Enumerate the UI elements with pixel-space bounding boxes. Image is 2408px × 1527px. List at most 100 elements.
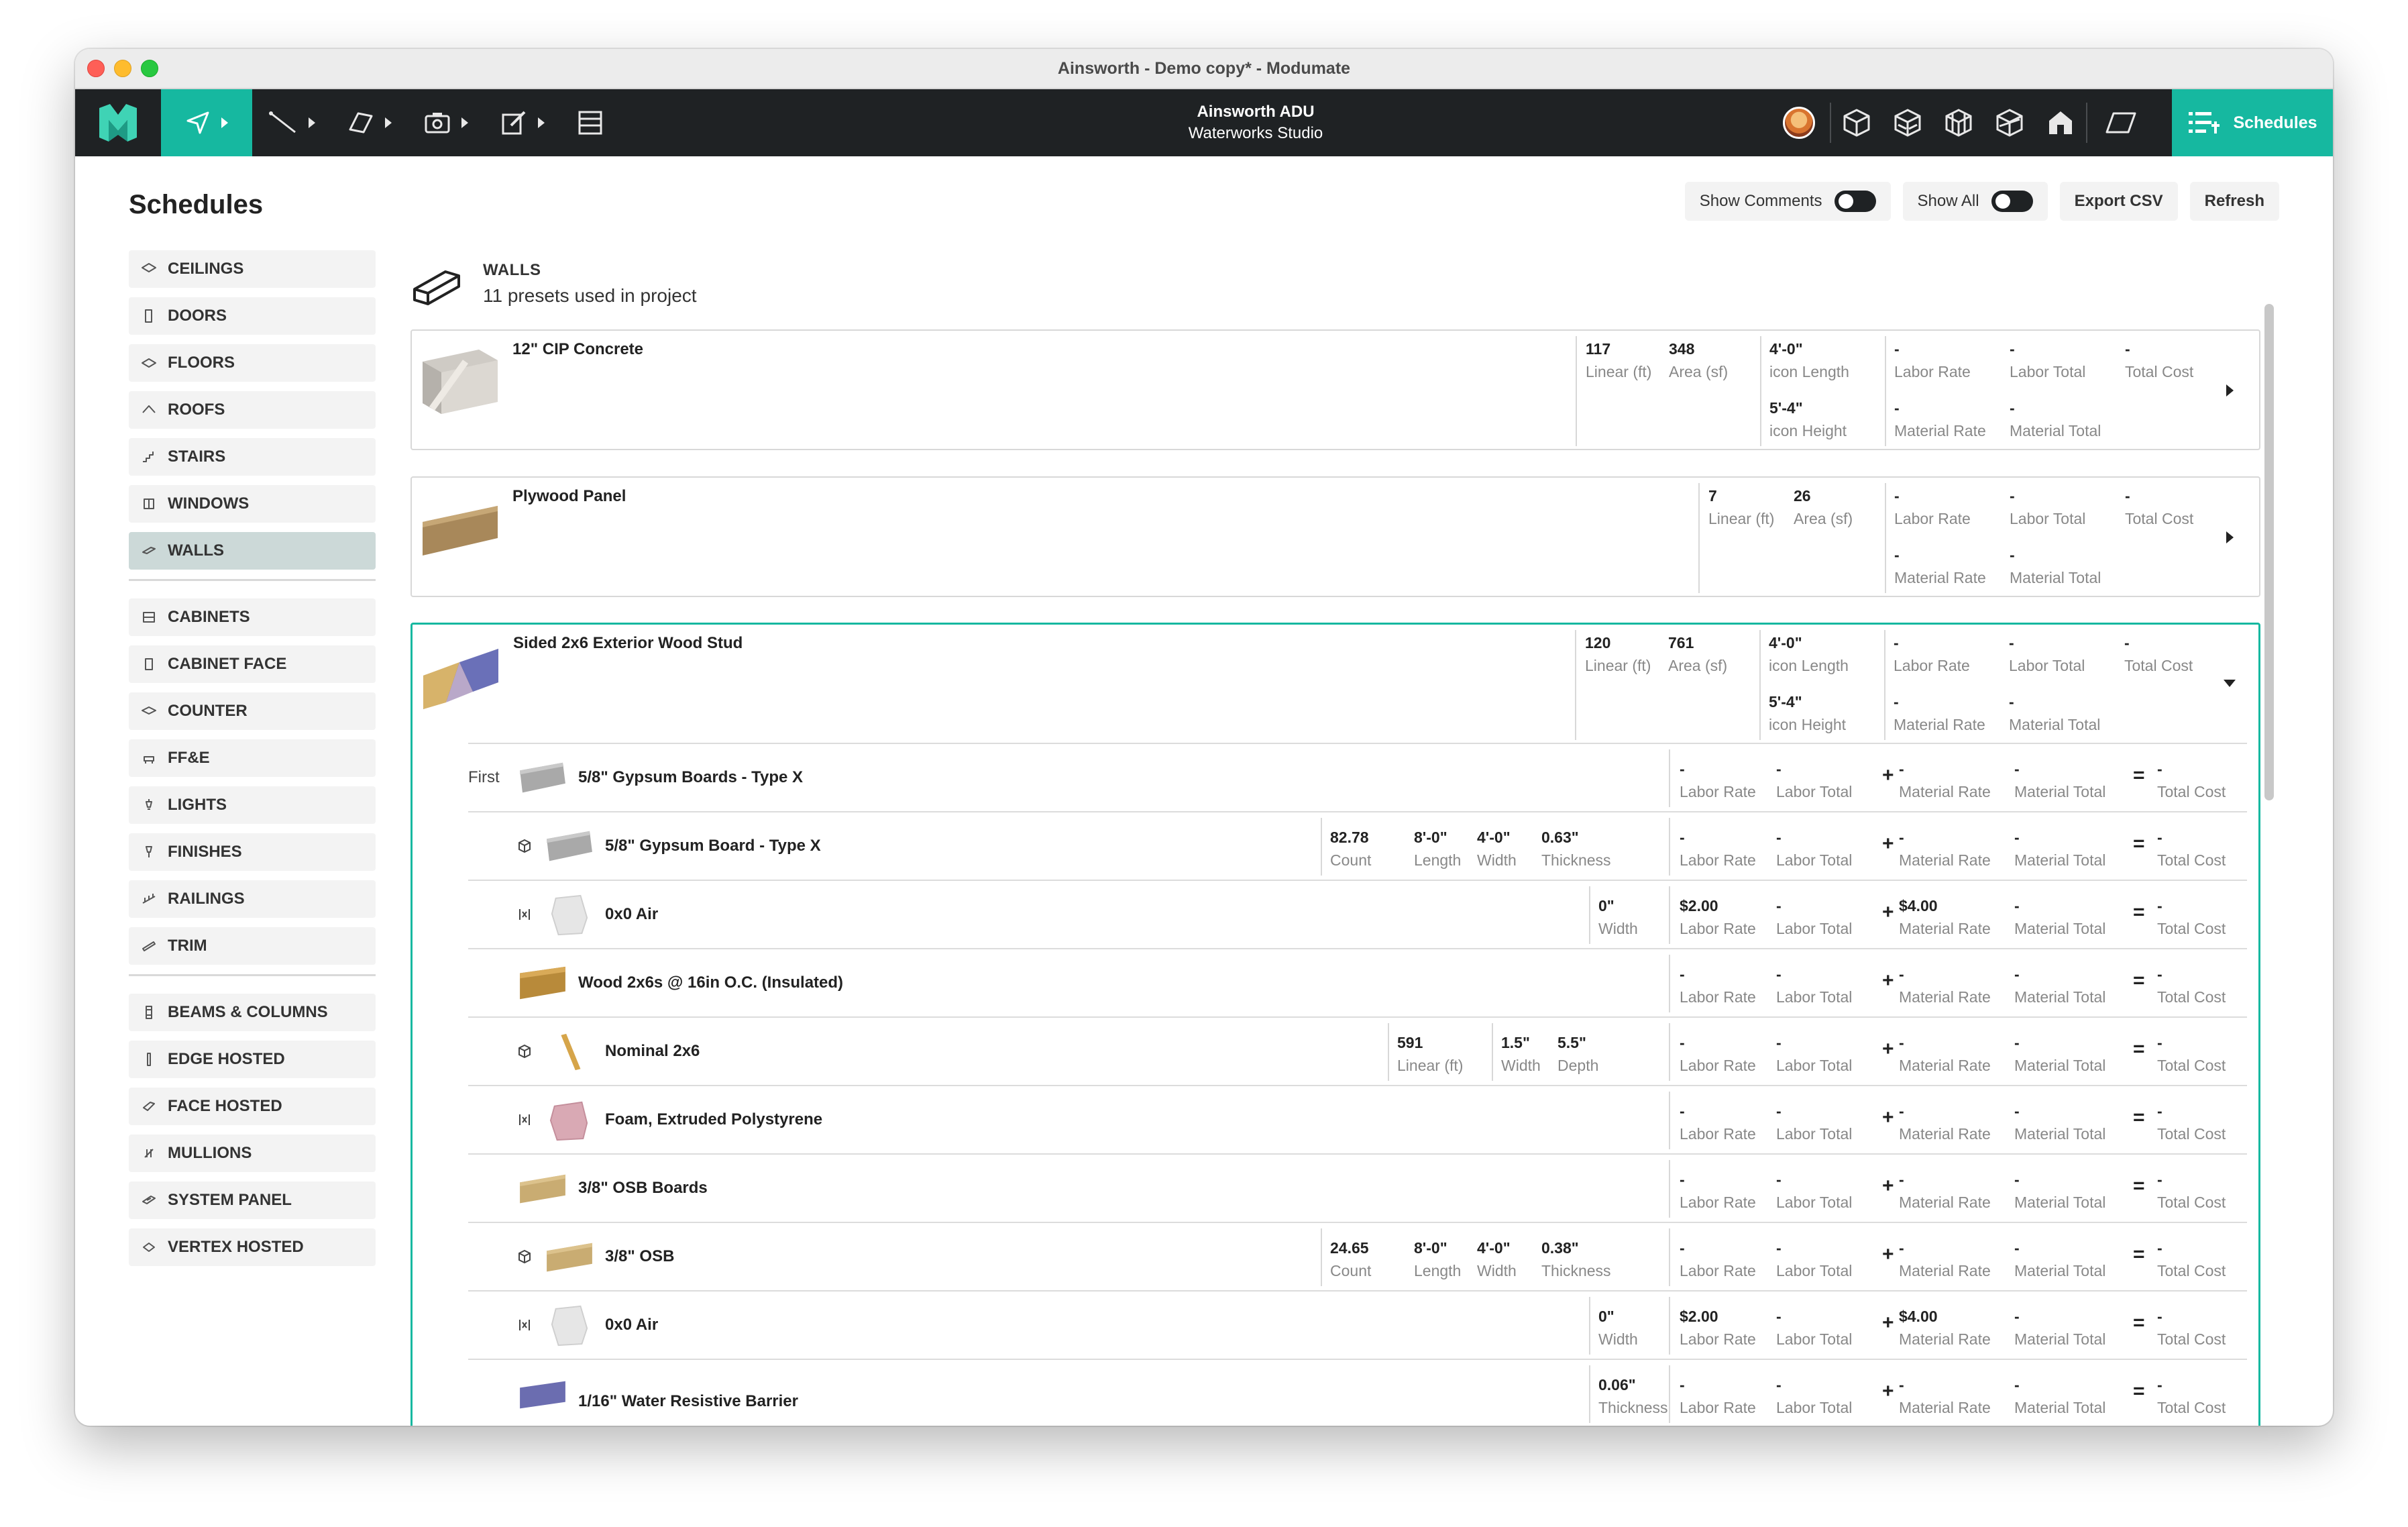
layer-row[interactable]: 1/16" Water Resistive Barrier 0.06" Thickn… <box>468 1360 2247 1426</box>
preset-name: Plywood Panel <box>512 487 626 505</box>
width-value: 1.5" <box>1501 1034 1530 1051</box>
layer-name: 3/8" OSB <box>605 1247 675 1265</box>
area-value: 761 <box>1668 634 1694 651</box>
labor-total-value: - <box>2010 487 2015 505</box>
sidebar-item-label: FLOORS <box>168 354 235 372</box>
sidebar-item-finishes[interactable]: FINISHES <box>129 833 376 871</box>
layer-row[interactable]: Nominal 2x6 591 Linear (ft) 1.5" Width 5.5" De… <box>468 1018 2247 1086</box>
vertex-hosted-icon <box>143 1243 155 1252</box>
sidebar-item-ffande[interactable]: FF&E <box>129 739 376 777</box>
sidebar-item-counter[interactable]: COUNTER <box>129 692 376 730</box>
sidebar-item-cabinet-face[interactable]: CABINET FACE <box>129 645 376 683</box>
sidebar-item-lights[interactable]: LIGHTS <box>129 786 376 824</box>
sidebar-item-mullions[interactable]: MULLIONS <box>129 1135 376 1172</box>
toggle-switch[interactable] <box>1834 191 1876 212</box>
content-scrollbar[interactable] <box>2264 304 2274 800</box>
labor-rate-value: - <box>1680 1102 1685 1120</box>
plus-operator: + <box>1882 901 1894 923</box>
sidebar-item-edge-hosted[interactable]: EDGE HOSTED <box>129 1041 376 1078</box>
cabinet-icon <box>578 111 602 135</box>
sidebar-item-railings[interactable]: RAILINGS <box>129 880 376 918</box>
sidebar-item-walls[interactable]: WALLS <box>129 532 376 570</box>
material-rate-value: - <box>1894 399 1900 417</box>
section-title: WALLS <box>483 261 541 279</box>
height-value: 5'-4" <box>1769 399 1803 417</box>
material-total-value: - <box>2014 897 2020 914</box>
view-wireframe-button[interactable] <box>1933 89 1984 156</box>
modumate-logo[interactable] <box>75 89 161 156</box>
view-plan-button[interactable] <box>2087 89 2154 156</box>
total-cost-value: - <box>2125 487 2130 505</box>
refresh-button[interactable]: Refresh <box>2189 182 2279 221</box>
material-rate-value: - <box>1899 829 1904 846</box>
sidebar-item-trim[interactable]: TRIM <box>129 927 376 965</box>
material-swatch <box>551 1305 588 1347</box>
labor-rate-value: - <box>1894 634 1899 651</box>
edit-tool-button[interactable] <box>484 89 561 156</box>
layer-row[interactable]: Foam, Extruded Polystyrene - Labor Rate - La… <box>468 1086 2247 1155</box>
cabinet-tool-button[interactable] <box>561 89 620 156</box>
ceilings-icon <box>142 263 156 272</box>
layer-name: Wood 2x6s @ 16in O.C. (Insulated) <box>578 973 844 992</box>
view-section-button[interactable] <box>1984 89 2035 156</box>
material-rate-value: - <box>1899 1102 1904 1120</box>
wall-view-icon <box>1894 109 1921 137</box>
sidebar-item-system-panel[interactable]: SYSTEM PANEL <box>129 1181 376 1219</box>
sidebar-item-roofs[interactable]: ROOFS <box>129 391 376 429</box>
line-icon <box>269 111 296 134</box>
labor-total-value: - <box>1776 829 1782 846</box>
expand-arrow-icon[interactable] <box>2226 384 2234 397</box>
length-value: 8'-0" <box>1414 1239 1447 1257</box>
export-csv-button[interactable]: Export CSV <box>2059 182 2178 221</box>
sidebar-item-label: DOORS <box>168 307 227 325</box>
sidebar-item-face-hosted[interactable]: FACE HOSTED <box>129 1088 376 1125</box>
layer-row[interactable]: 0x0 Air 0" Width $2.00 Labor Rate - Labor Tota… <box>468 1292 2247 1360</box>
collapse-arrow-icon[interactable] <box>2224 680 2236 687</box>
plane-tool-button[interactable] <box>331 89 408 156</box>
sidebar-item-beams-and-columns[interactable]: BEAMS & COLUMNS <box>129 994 376 1031</box>
plus-operator: + <box>1882 969 1894 992</box>
preset-card-cip-concrete[interactable]: 12" CIP Concrete 117 Linear (ft) 348 Area … <box>411 329 2260 450</box>
show-comments-toggle[interactable]: Show Comments <box>1684 182 1891 221</box>
sidebar-item-stairs[interactable]: STAIRS <box>129 438 376 476</box>
material-total-value: - <box>2014 1102 2020 1120</box>
camera-tool-button[interactable] <box>408 89 484 156</box>
layer-row[interactable]: 0x0 Air 0" Width $2.00 Labor Rate - Labor Tota… <box>468 881 2247 949</box>
show-all-toggle[interactable]: Show All <box>1902 182 2048 221</box>
labor-total-value: - <box>2010 340 2015 358</box>
select-tool-button[interactable] <box>161 89 252 156</box>
preset-card-sided-2x6-wood-stud[interactable]: Sided 2x6 Exterior Wood Stud 120 Linear (… <box>411 623 2260 1426</box>
sidebar-item-vertex-hosted[interactable]: VERTEX HOSTED <box>129 1228 376 1266</box>
width-value: 0" <box>1598 897 1615 914</box>
preset-card-plywood-panel[interactable]: Plywood Panel 7 Linear (ft) 26 Area (sf) -… <box>411 476 2260 597</box>
caret-right-icon <box>221 117 228 128</box>
line-tool-button[interactable] <box>252 89 331 156</box>
sidebar-item-ceilings[interactable]: CEILINGS <box>129 250 376 288</box>
zoom-window-button[interactable] <box>141 60 158 77</box>
view-3d-button[interactable] <box>1831 89 1882 156</box>
layer-row[interactable]: Wood 2x6s @ 16in O.C. (Insulated) - Labor … <box>468 949 2247 1018</box>
layer-row[interactable]: 3/8" OSB Boards - Labor Rate - Labor Total + -… <box>468 1155 2247 1223</box>
close-window-button[interactable] <box>87 60 105 77</box>
sidebar-divider <box>129 974 376 976</box>
view-walls-button[interactable] <box>1882 89 1933 156</box>
sidebar-item-cabinets[interactable]: CABINETS <box>129 598 376 636</box>
material-total-value: - <box>2014 829 2020 846</box>
layer-row[interactable]: 5/8" Gypsum Board - Type X 82.78 Count 8'-0… <box>468 812 2247 881</box>
plus-operator: + <box>1882 1106 1894 1128</box>
layer-row[interactable]: First 5/8" Gypsum Boards - Type X - Labor R… <box>468 744 2247 812</box>
layer-row[interactable]: 3/8" OSB 24.65 Count 8'-0" Length 4'-0" Width 0… <box>468 1223 2247 1292</box>
labor-total-value: - <box>1776 760 1782 778</box>
schedules-button[interactable]: Schedules <box>2172 89 2333 156</box>
area-value: 348 <box>1669 340 1695 358</box>
expand-arrow-icon[interactable] <box>2226 531 2234 543</box>
sidebar-item-windows[interactable]: WINDOWS <box>129 485 376 523</box>
sidebar-item-doors[interactable]: DOORS <box>129 297 376 335</box>
toggle-switch[interactable] <box>1991 191 2033 212</box>
view-house-button[interactable] <box>2035 89 2086 156</box>
material-swatch <box>547 1243 592 1272</box>
minimize-window-button[interactable] <box>114 60 131 77</box>
sidebar-item-label: FF&E <box>168 749 210 767</box>
sidebar-item-floors[interactable]: FLOORS <box>129 344 376 382</box>
user-avatar[interactable] <box>1783 107 1815 139</box>
